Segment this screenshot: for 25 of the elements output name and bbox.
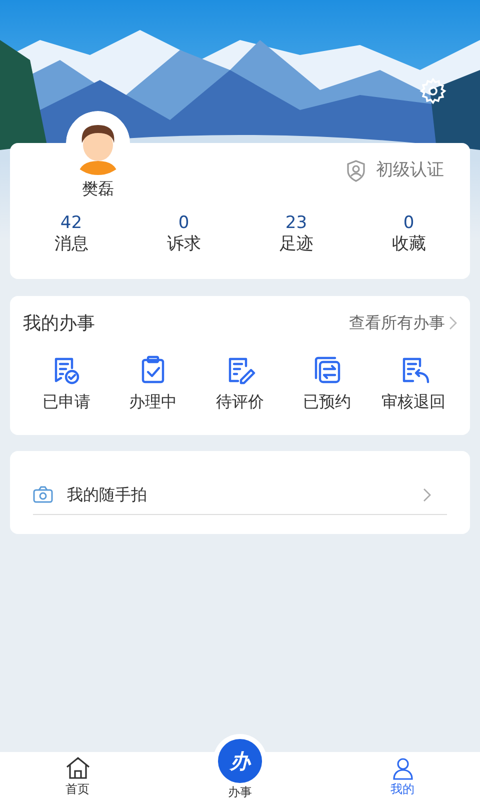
view-all-link[interactable]: 查看所有办事	[349, 311, 457, 335]
nav-tab[interactable]: 办 办事	[155, 732, 325, 800]
settings-button[interactable]	[418, 76, 448, 106]
nav-tab[interactable]: 首页	[0, 752, 155, 800]
affair-shortcut[interactable]: 已预约	[283, 354, 370, 414]
stat-item[interactable]: 0 收藏	[352, 213, 465, 256]
snapshot-row[interactable]: 我的随手拍	[33, 475, 447, 515]
affair-shortcut[interactable]: 待评价	[196, 354, 284, 414]
affair-shortcut[interactable]: 审核退回	[370, 354, 457, 414]
user-name: 樊磊	[82, 178, 114, 200]
stat-item[interactable]: 42 消息	[15, 213, 128, 256]
affair-shortcut[interactable]: 办理中	[110, 354, 197, 414]
section-title: 我的办事	[23, 312, 95, 336]
camera-icon	[33, 486, 53, 504]
affair-shortcut[interactable]: 已申请	[23, 354, 110, 414]
user-icon	[390, 756, 414, 780]
stat-item[interactable]: 0 诉求	[128, 213, 240, 256]
stat-item[interactable]: 23 足迹	[240, 213, 352, 256]
avatar[interactable]	[66, 111, 130, 175]
chevron-right-icon	[449, 316, 457, 330]
chevron-right-icon	[423, 488, 431, 502]
shield-user-icon	[344, 159, 368, 183]
home-icon	[64, 756, 90, 780]
nav-tab[interactable]: 我的	[325, 752, 480, 800]
verification-badge[interactable]: 初级认证	[344, 159, 444, 183]
